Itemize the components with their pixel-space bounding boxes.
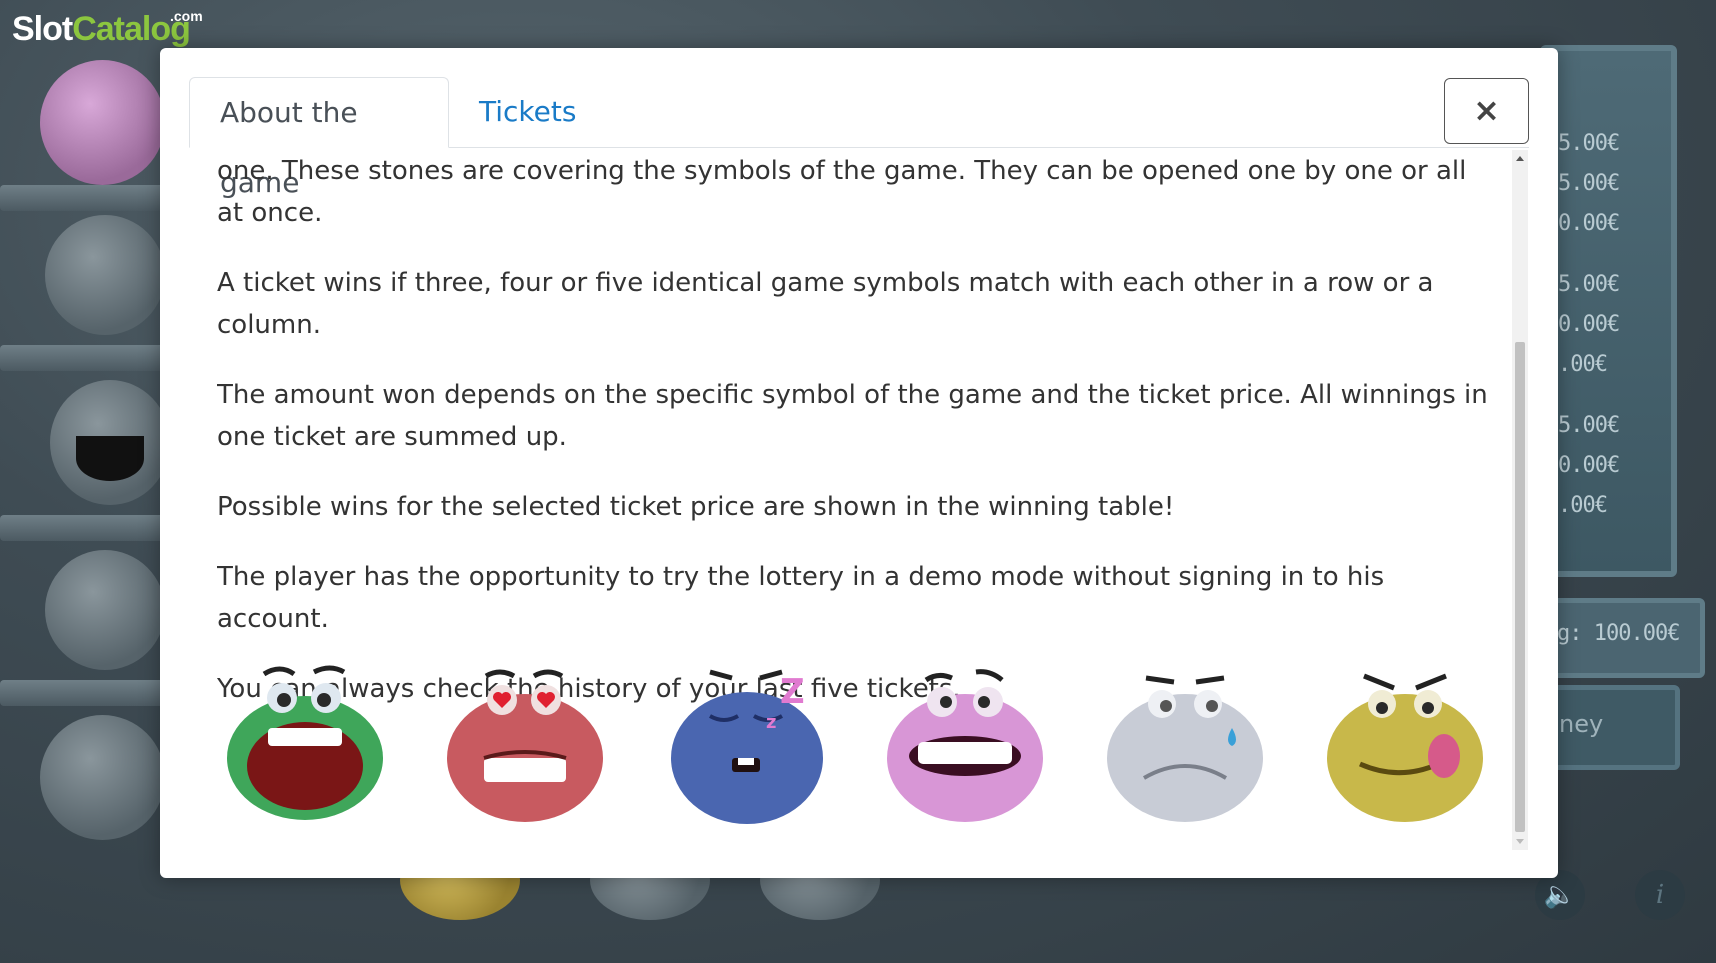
rules-paragraph: The amount won depends on the specific s… (217, 380, 1488, 452)
shelf (0, 345, 175, 371)
tab-about-the-game[interactable]: About the game (189, 77, 449, 199)
rules-paragraph: Possible wins for the selected ticket pr… (217, 492, 1175, 522)
pink-grinning-stone-icon (887, 669, 1043, 822)
green-laughing-stone-icon (227, 665, 383, 820)
slotcatalog-logo: SlotCatalog .com (12, 8, 203, 49)
red-lovestruck-stone-icon (447, 669, 603, 822)
blue-sleeping-stone-icon: Z z (671, 669, 823, 824)
shelf (0, 680, 175, 706)
svg-text:Z: Z (780, 672, 805, 712)
logo-slot-text: Slot (12, 10, 73, 48)
gray-stone-decoration (50, 380, 170, 505)
logo-com-text: .com (170, 8, 203, 24)
yellow-tongue-stone-icon (1327, 673, 1483, 822)
info-icon[interactable]: i (1635, 870, 1685, 920)
rules-modal: About the game Tickets × one. These ston… (160, 48, 1558, 878)
scrollbar-thumb[interactable] (1515, 342, 1525, 832)
symbols-row: Z z (220, 658, 1500, 828)
gray-stone-decoration (45, 550, 165, 670)
shelf (0, 515, 175, 541)
svg-text:z: z (766, 712, 776, 733)
scroll-up-icon[interactable] (1516, 156, 1524, 161)
pink-stone-decoration (40, 60, 165, 185)
shelf (0, 185, 175, 211)
gray-stone-decoration (45, 215, 165, 335)
gray-stone-decoration (40, 715, 165, 840)
gray-worried-stone-icon (1107, 675, 1263, 822)
content-scrollbar[interactable] (1512, 150, 1528, 850)
modal-tabs: About the game Tickets (189, 77, 1529, 199)
rules-paragraph: one. These stones are covering the symbo… (217, 156, 1467, 228)
tab-tickets[interactable]: Tickets (449, 77, 606, 147)
close-button[interactable]: × (1444, 78, 1529, 144)
rules-paragraph: The player has the opportunity to try th… (217, 562, 1385, 634)
scroll-down-icon[interactable] (1516, 839, 1524, 844)
rules-paragraph: A ticket wins if three, four or five ide… (217, 268, 1434, 340)
